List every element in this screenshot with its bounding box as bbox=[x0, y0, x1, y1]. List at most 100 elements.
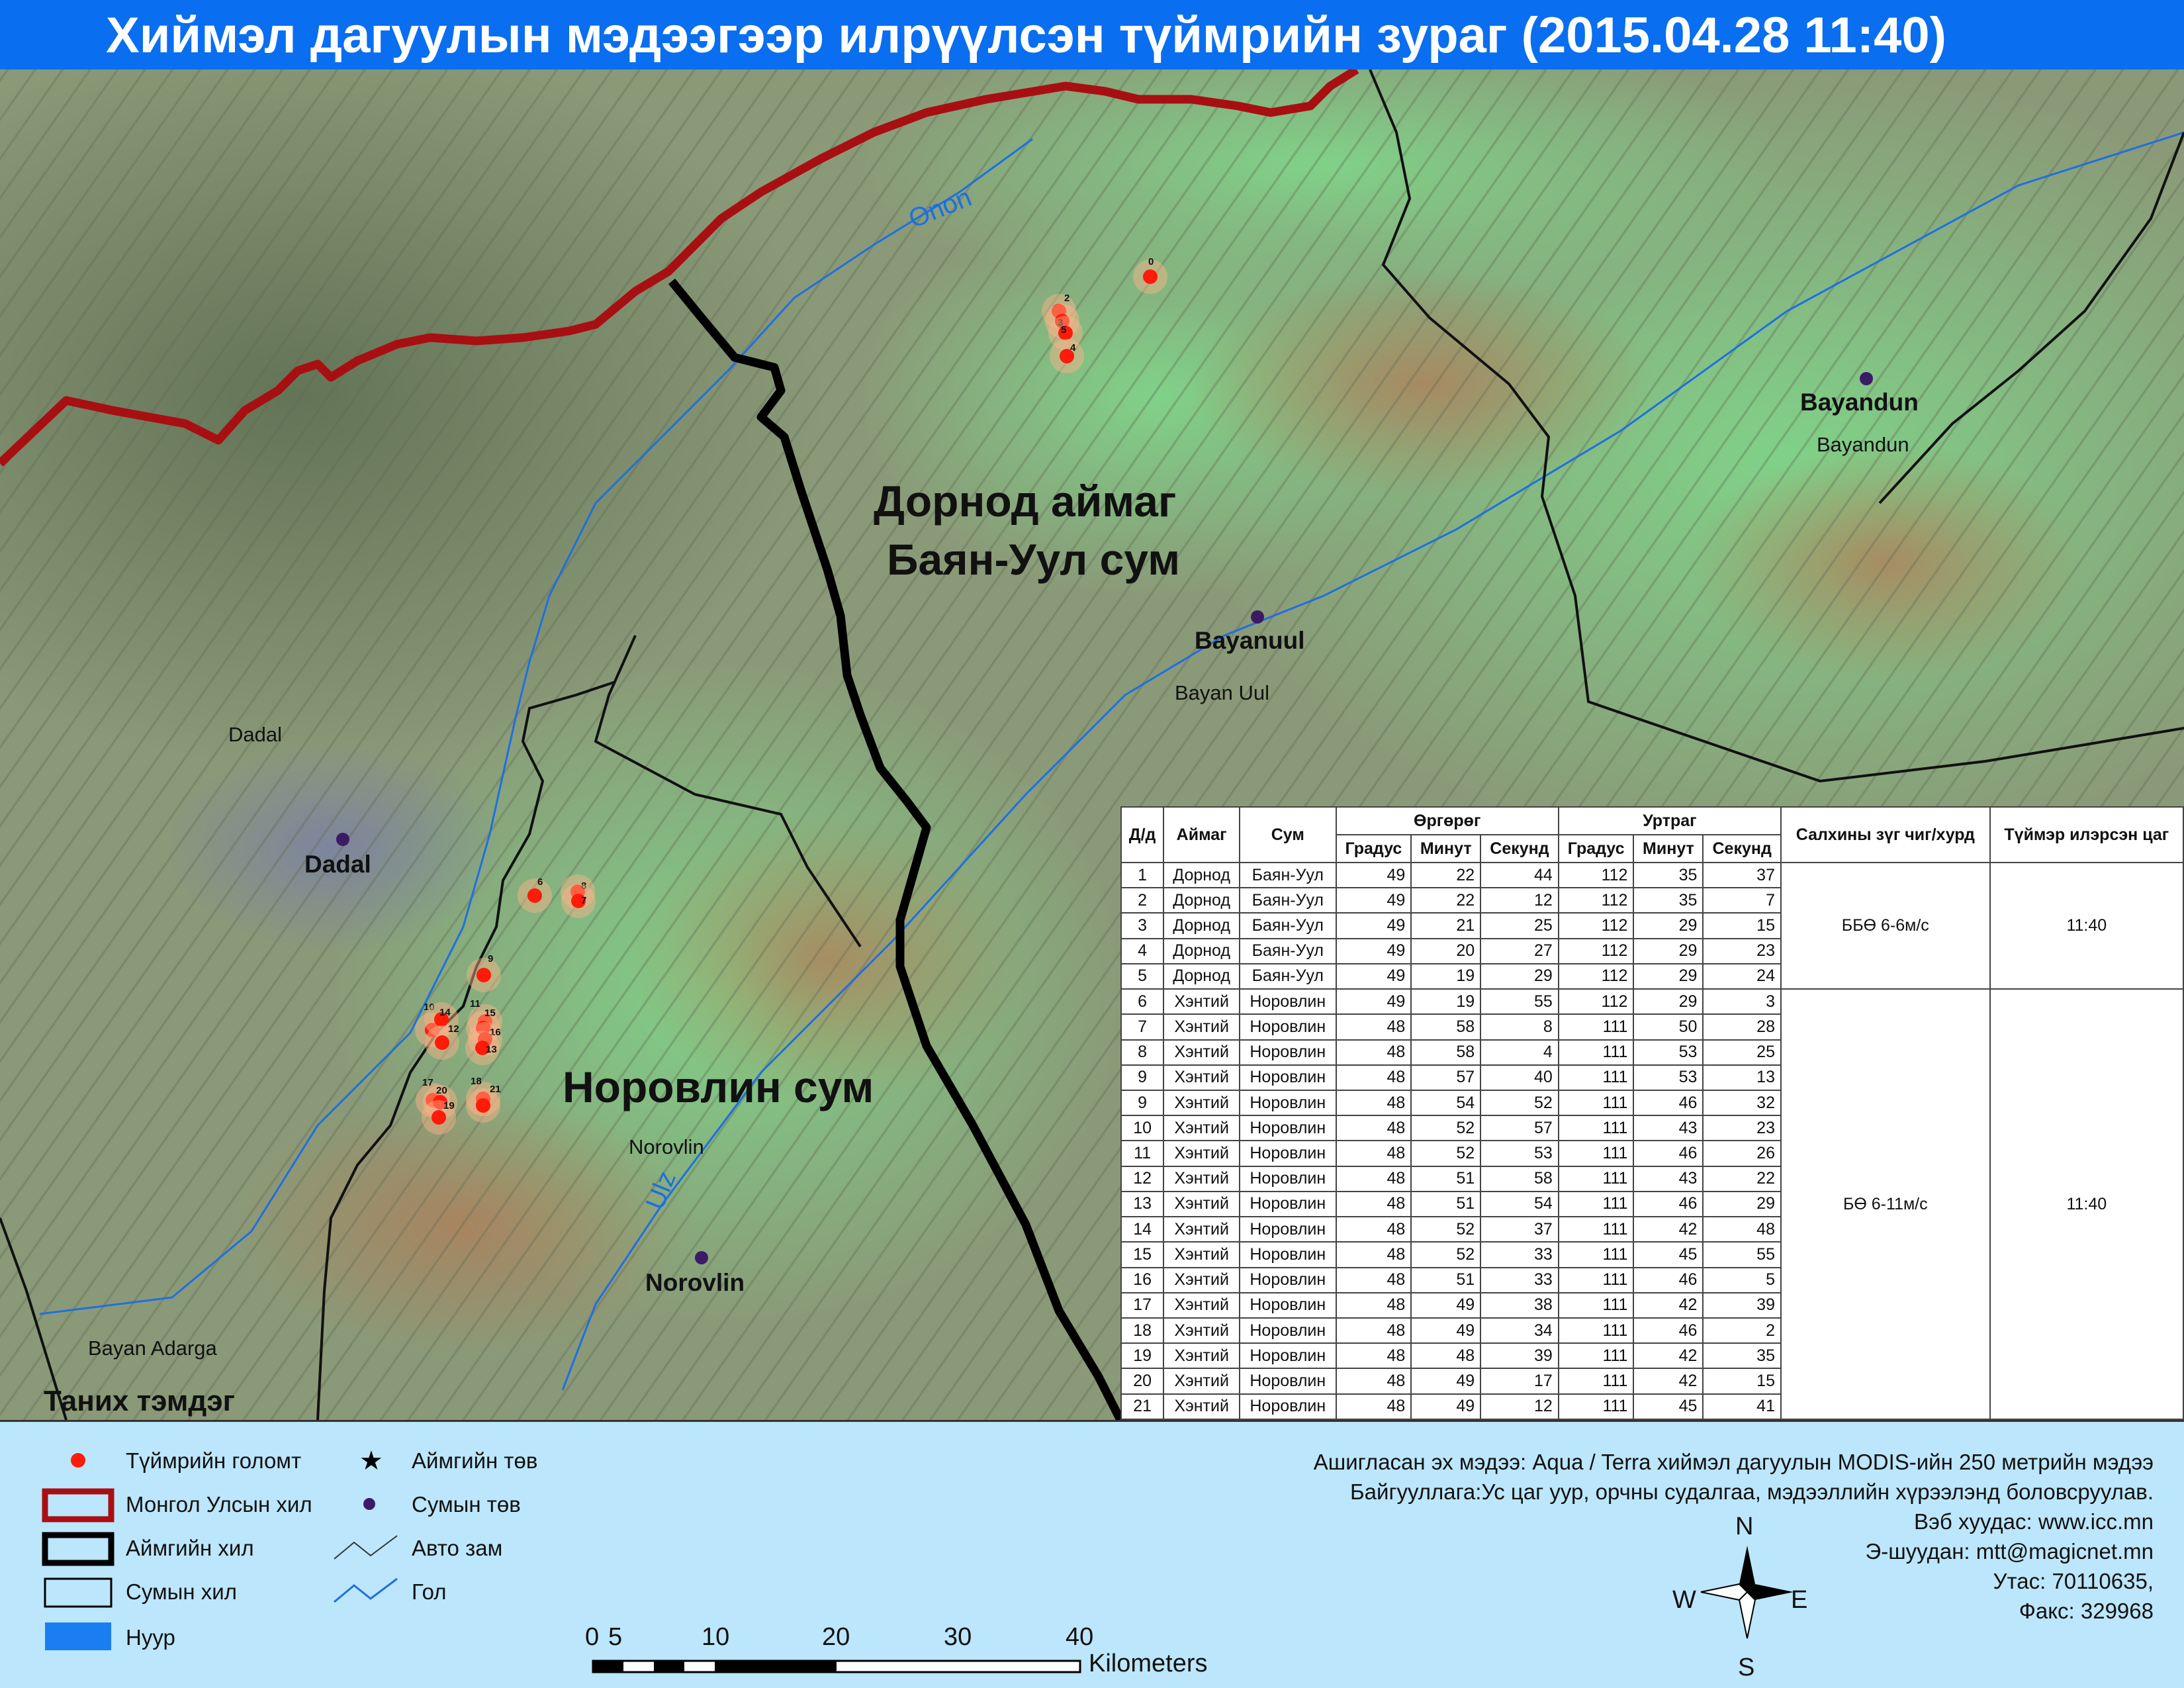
table-cell: 112 bbox=[1557, 887, 1635, 914]
legend-star-icon: ★ bbox=[359, 1446, 383, 1476]
th-lon-sec: Секунд bbox=[1702, 834, 1782, 863]
table-cell: 111 bbox=[1557, 1266, 1635, 1293]
table-cell: Норовлин bbox=[1239, 1241, 1337, 1268]
page: { "title": "Хиймэл дагуулын мэдээгээр ил… bbox=[0, 0, 2184, 1688]
table-cell: 43 bbox=[1633, 1165, 1704, 1192]
table-cell: 21 bbox=[1410, 912, 1482, 939]
legend-sum-border-swatch bbox=[44, 1577, 113, 1608]
table-cell: 19 bbox=[1410, 962, 1482, 990]
table-cell: 111 bbox=[1557, 1291, 1635, 1319]
legend-aimag-center-label: Аймгийн төв bbox=[412, 1448, 538, 1473]
th-lat: Өргөрөг bbox=[1335, 806, 1559, 835]
th-dd: Д/д bbox=[1120, 806, 1165, 863]
table-cell: 40 bbox=[1480, 1064, 1559, 1091]
table-cell: 46 bbox=[1633, 1266, 1704, 1293]
scale-tick-30: 30 bbox=[944, 1623, 972, 1651]
table-cell: Норовлин bbox=[1239, 1342, 1337, 1370]
sum-center-dadal bbox=[336, 833, 349, 846]
table-cell: 29 bbox=[1702, 1190, 1782, 1218]
scale-tick-20: 20 bbox=[822, 1623, 850, 1651]
table-cell: Хэнтий bbox=[1163, 1039, 1241, 1066]
legend-lake-label: Нуур bbox=[126, 1625, 175, 1650]
th-lon-min: Минут bbox=[1633, 834, 1704, 863]
table-cell: 48 bbox=[1702, 1216, 1782, 1243]
table-cell: 111 bbox=[1557, 1089, 1635, 1117]
table-cell: 10 bbox=[1120, 1115, 1165, 1142]
table-cell: 55 bbox=[1702, 1241, 1782, 1268]
table-row: 6 Хэнтий Норовлин 49 19 55 112 29 3 БӨ 6-11м/с 11:… bbox=[1120, 988, 2184, 1420]
table-cell: Норовлин bbox=[1239, 1039, 1337, 1066]
table-cell: 4 bbox=[1480, 1039, 1559, 1066]
fire-point-label: 20 bbox=[436, 1085, 447, 1096]
table-cell: 57 bbox=[1480, 1115, 1559, 1142]
table-cell: 49 bbox=[1335, 937, 1412, 964]
fire-point-label: 19 bbox=[443, 1100, 455, 1111]
table-cell: 35 bbox=[1702, 1342, 1782, 1370]
table-cell: 48 bbox=[1335, 1140, 1412, 1167]
scale-tick-40: 40 bbox=[1066, 1623, 1094, 1651]
table-cell: 51 bbox=[1410, 1165, 1482, 1192]
table-cell: 48 bbox=[1335, 1393, 1412, 1421]
sum-center-bayanuul bbox=[1251, 610, 1264, 624]
legend-river-label: Гол bbox=[412, 1579, 447, 1604]
table-cell: 53 bbox=[1633, 1039, 1704, 1066]
table-cell: 48 bbox=[1335, 1190, 1412, 1218]
table-cell: Хэнтий bbox=[1163, 1216, 1241, 1243]
table-cell: 44 bbox=[1480, 861, 1559, 889]
table-cell: 32 bbox=[1702, 1089, 1782, 1117]
table-cell: Хэнтий bbox=[1163, 1064, 1241, 1091]
legend-river-icon bbox=[334, 1577, 398, 1603]
table-cell: 54 bbox=[1410, 1089, 1482, 1117]
table-cell: 28 bbox=[1702, 1013, 1782, 1041]
table-cell: Хэнтий bbox=[1163, 1190, 1241, 1218]
table-cell: 53 bbox=[1633, 1064, 1704, 1091]
table-cell: 58 bbox=[1410, 1013, 1482, 1041]
table-cell: 25 bbox=[1702, 1039, 1782, 1066]
credit-fax: Факс: 329968 bbox=[2019, 1599, 2154, 1623]
table-cell: 39 bbox=[1702, 1291, 1782, 1319]
table-cell: 112 bbox=[1557, 988, 1635, 1015]
table-cell: Норовлин bbox=[1239, 1190, 1337, 1218]
table-cell: 23 bbox=[1702, 1115, 1782, 1142]
table-cell: Норовлин bbox=[1239, 1013, 1337, 1041]
table-cell: 50 bbox=[1633, 1013, 1704, 1041]
legend-aimag-border-swatch bbox=[42, 1532, 114, 1566]
table-cell: 48 bbox=[1335, 1291, 1412, 1319]
label-norovlin-bold: Norovlin bbox=[645, 1269, 745, 1296]
table-cell: 48 bbox=[1335, 1216, 1412, 1243]
label-bayandun: Bayandun bbox=[1817, 433, 1909, 456]
legend-fire-icon bbox=[71, 1453, 85, 1468]
fire-point-label: 0 bbox=[1148, 256, 1154, 267]
fire-point-marker bbox=[1143, 269, 1158, 284]
table-cell: 58 bbox=[1410, 1039, 1482, 1066]
fire-point-label: 12 bbox=[448, 1023, 459, 1035]
label-norovlin-sum: Норовлин сум bbox=[563, 1062, 874, 1111]
th-lon: Уртраг bbox=[1557, 806, 1782, 835]
time-cell: 11:40 bbox=[1989, 988, 2184, 1420]
label-dadal-bold: Dadal bbox=[304, 851, 371, 878]
table-cell: 5 bbox=[1702, 1266, 1782, 1293]
table-cell: 26 bbox=[1702, 1140, 1782, 1167]
table-cell: 41 bbox=[1702, 1393, 1782, 1421]
table-cell: Баян-Уул bbox=[1239, 861, 1337, 889]
table-cell: Хэнтий bbox=[1163, 1089, 1241, 1117]
credit-source: Ашигласан эх мэдээ: Aqua / Terra хиймэл … bbox=[1313, 1450, 2154, 1474]
table-cell: 37 bbox=[1480, 1216, 1559, 1243]
sum-center-norovlin bbox=[695, 1251, 708, 1264]
table-cell: 2 bbox=[1120, 887, 1165, 914]
scale-tick-10: 10 bbox=[702, 1623, 730, 1651]
th-aimag: Аймаг bbox=[1163, 806, 1241, 863]
table-cell: Норовлин bbox=[1239, 1393, 1337, 1421]
table-cell: 14 bbox=[1120, 1216, 1165, 1243]
table-cell: Норовлин bbox=[1239, 988, 1337, 1015]
fire-point-label: 6 bbox=[537, 876, 543, 888]
table-cell: 35 bbox=[1633, 861, 1704, 889]
fire-point-label: 15 bbox=[484, 1008, 496, 1019]
table-cell: 12 bbox=[1480, 1393, 1559, 1421]
table-cell: 49 bbox=[1335, 887, 1412, 914]
table-cell: 43 bbox=[1633, 1115, 1704, 1142]
table-cell: 19 bbox=[1120, 1342, 1165, 1370]
table-cell: Баян-Уул bbox=[1239, 912, 1337, 939]
table-cell: 48 bbox=[1335, 1089, 1412, 1117]
table-cell: 34 bbox=[1480, 1317, 1559, 1344]
